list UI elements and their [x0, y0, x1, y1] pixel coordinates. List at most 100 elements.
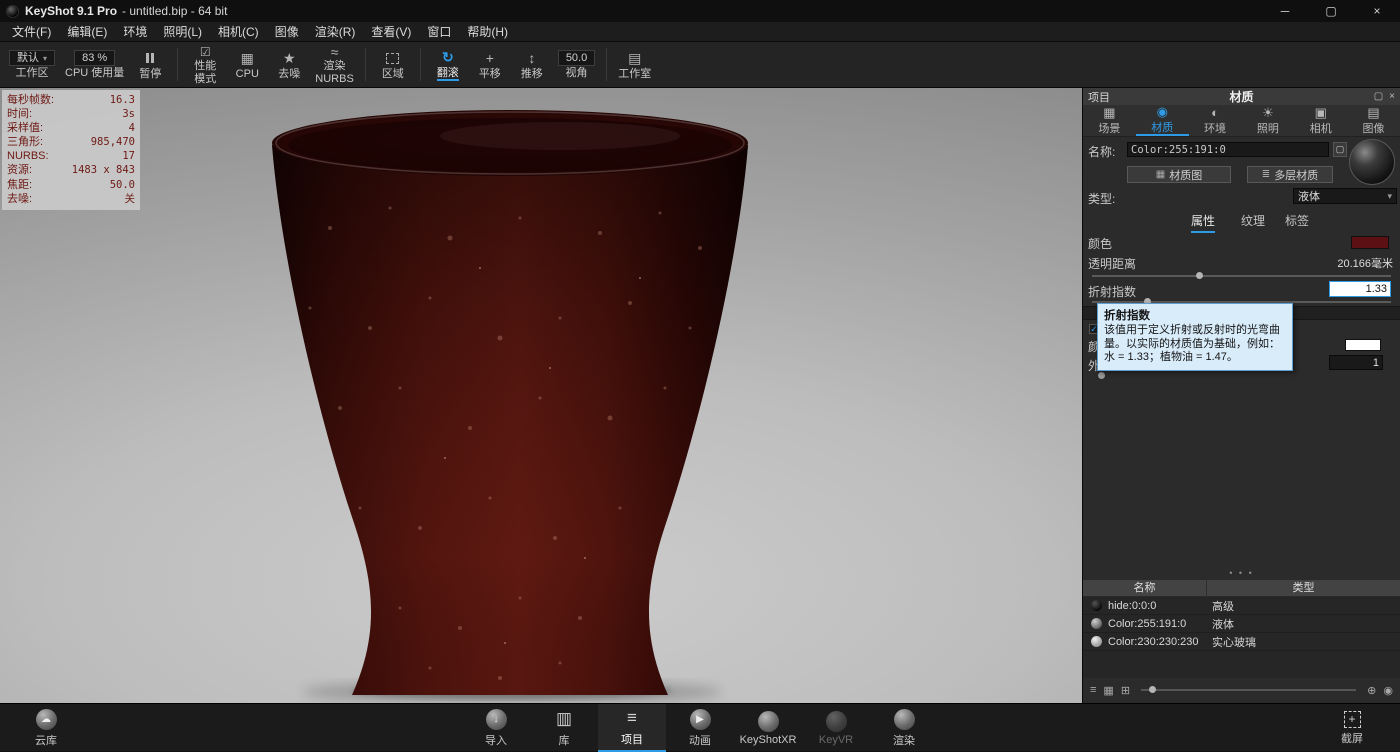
chevron-down-icon: ▾ — [1387, 191, 1392, 202]
maximize-icon[interactable]: ▢ — [1308, 0, 1354, 22]
ior-input[interactable] — [1329, 281, 1391, 297]
column-name[interactable]: 名称 — [1083, 580, 1207, 596]
screenshot-icon: + — [1344, 711, 1361, 728]
material-row[interactable]: hide:0:0:0 高级 — [1083, 597, 1400, 615]
keyshotxr-button[interactable]: KeyShotXR — [734, 704, 802, 752]
thumbnail-size-slider[interactable] — [1141, 689, 1356, 691]
toolbar-separator — [365, 48, 366, 81]
animation-button[interactable]: ▶ 动画 — [666, 704, 734, 752]
menu-image[interactable]: 图像 — [267, 22, 307, 42]
tumble-button[interactable]: ↻ 翻滚 — [427, 44, 469, 85]
project-tabs: ▦ 场景 ◉ 材质 ◐ 环境 ☀ 照明 ▣ 相机 — [1083, 105, 1400, 137]
multi-layer-icon: ≣ — [1262, 169, 1270, 180]
transparency-slider[interactable] — [1092, 275, 1391, 277]
cpu-usage-label: CPU 使用量 — [65, 67, 124, 79]
performance-mode-button[interactable]: ☑ 性能 模式 — [184, 44, 226, 85]
menu-edit[interactable]: 编辑(E) — [59, 22, 115, 42]
tab-lighting[interactable]: ☀ 照明 — [1241, 105, 1294, 136]
render-nurbs-button[interactable]: ≈ 渲染 NURBS — [310, 44, 359, 85]
workspace-selector[interactable]: 默认 ▾ 工作区 — [4, 44, 60, 85]
material-graph-button[interactable]: ▦ 材质图 — [1127, 166, 1231, 183]
tab-scene[interactable]: ▦ 场景 — [1083, 105, 1136, 136]
slider-handle[interactable] — [1098, 372, 1105, 379]
menu-window[interactable]: 窗口 — [419, 22, 459, 42]
project-panel-header[interactable]: 项目 材质 ▢ × — [1083, 88, 1400, 105]
denoise-icon: ★ — [283, 50, 296, 67]
workspace-value: 默认 — [17, 51, 39, 66]
title-bar: KeyShot 9.1 Pro - untitled.bip - 64 bit … — [0, 0, 1400, 22]
project-icon: ≡ — [627, 708, 637, 729]
workspace-label: 工作区 — [16, 67, 49, 79]
material-row[interactable]: Color:230:230:230 实心玻璃 — [1083, 633, 1400, 651]
tab-material[interactable]: ◉ 材质 — [1136, 105, 1189, 136]
pan-icon: + — [486, 50, 494, 67]
subtab-labels[interactable]: 标签 — [1285, 212, 1309, 231]
name-detach-icon[interactable]: ▢ — [1333, 142, 1347, 157]
material-type-dropdown[interactable]: 液体 ▾ — [1293, 188, 1397, 204]
tab-image[interactable]: ▤ 图像 — [1347, 105, 1400, 136]
thumbnail-size-handle[interactable] — [1149, 686, 1156, 693]
color-swatch[interactable] — [1351, 236, 1389, 249]
dolly-button[interactable]: ↕ 推移 — [511, 44, 553, 85]
studio-icon: ▤ — [628, 50, 641, 67]
stat-fps: 每秒帧数:16.3 — [7, 93, 135, 107]
tab-environment[interactable]: ◐ 环境 — [1189, 105, 1242, 136]
zoom-in-icon[interactable]: ⊕ — [1367, 684, 1376, 697]
menu-help[interactable]: 帮助(H) — [459, 22, 516, 42]
close-icon[interactable]: × — [1354, 0, 1400, 22]
subtab-textures[interactable]: 纹理 — [1241, 212, 1265, 231]
project-button[interactable]: ≡ 项目 — [598, 704, 666, 752]
denoise-button[interactable]: ★ 去噪 — [268, 44, 310, 85]
region-button[interactable]: 区域 — [372, 44, 414, 85]
tab-camera[interactable]: ▣ 相机 — [1294, 105, 1347, 136]
material-preview-sphere[interactable] — [1349, 139, 1395, 185]
list-view-icon[interactable]: ≡ — [1090, 684, 1096, 696]
library-button[interactable]: ▥ 库 — [530, 704, 598, 752]
stat-denoise: 去噪:关 — [7, 192, 135, 206]
tree-view-icon[interactable]: ⊞ — [1121, 684, 1130, 697]
panel-page-title: 材质 — [1083, 88, 1400, 105]
realtime-viewport[interactable]: 每秒帧数:16.3 时间:3s 采样值:4 三角形:985,470 NURBS:… — [0, 88, 1082, 703]
keyvr-button[interactable]: KeyVR — [802, 704, 870, 752]
menu-file[interactable]: 文件(F) — [4, 22, 59, 42]
material-graph-icon: ▦ — [1156, 169, 1165, 180]
cpu-usage-control[interactable]: 83 % CPU 使用量 — [60, 44, 129, 85]
image-icon: ▤ — [1367, 106, 1379, 119]
pause-button[interactable]: 暂停 — [129, 44, 171, 85]
menu-environment[interactable]: 环境 — [115, 22, 155, 42]
menu-render[interactable]: 渲染(R) — [307, 22, 364, 42]
multi-layer-material-button[interactable]: ≣ 多层材质 — [1247, 166, 1333, 183]
keyshotxr-icon — [758, 711, 779, 732]
fov-control[interactable]: 50.0 视角 — [553, 44, 600, 85]
material-row[interactable]: Color:255:191:0 液体 — [1083, 615, 1400, 633]
render-button[interactable]: 渲染 — [870, 704, 938, 752]
render-nurbs-label-1: 渲染 — [324, 60, 346, 72]
transparency-value[interactable]: 20.166毫米 — [1337, 255, 1393, 271]
menu-view[interactable]: 查看(V) — [363, 22, 419, 42]
pan-button[interactable]: + 平移 — [469, 44, 511, 85]
cpu-button[interactable]: ▦ CPU — [226, 44, 268, 85]
sphere-view-icon[interactable]: ◉ — [1383, 684, 1393, 697]
subtab-properties[interactable]: 属性 — [1191, 212, 1215, 233]
import-button[interactable]: ↓ 导入 — [462, 704, 530, 752]
grid-view-icon[interactable]: ▦ — [1103, 684, 1113, 697]
minimize-icon[interactable]: ─ — [1262, 0, 1308, 22]
material-sphere-icon — [1091, 600, 1102, 611]
outside-color-swatch[interactable] — [1345, 339, 1381, 351]
menu-lighting[interactable]: 照明(L) — [155, 22, 210, 42]
panel-close-icon[interactable]: × — [1389, 91, 1395, 102]
main-toolbar: 默认 ▾ 工作区 83 % CPU 使用量 暂停 ☑ 性能 模式 ▦ CPU ★… — [0, 42, 1400, 88]
document-title: - untitled.bip - 64 bit — [122, 4, 227, 18]
splitter-handle[interactable]: • • • — [1083, 568, 1400, 578]
panel-float-icon[interactable]: ▢ — [1374, 91, 1383, 102]
cloud-library-button[interactable]: ☁ 云库 — [12, 704, 80, 752]
outside-value-input[interactable] — [1329, 355, 1383, 370]
chevron-down-icon: ▾ — [43, 51, 47, 66]
cpu-usage-value: 83 % — [82, 51, 107, 66]
studio-button[interactable]: ▤ 工作室 — [613, 44, 656, 85]
column-type[interactable]: 类型 — [1207, 580, 1400, 596]
screenshot-button[interactable]: + 截屏 — [1318, 704, 1386, 752]
material-name-input[interactable] — [1127, 142, 1329, 157]
transparency-slider-handle[interactable] — [1196, 272, 1203, 279]
menu-camera[interactable]: 相机(C) — [210, 22, 267, 42]
